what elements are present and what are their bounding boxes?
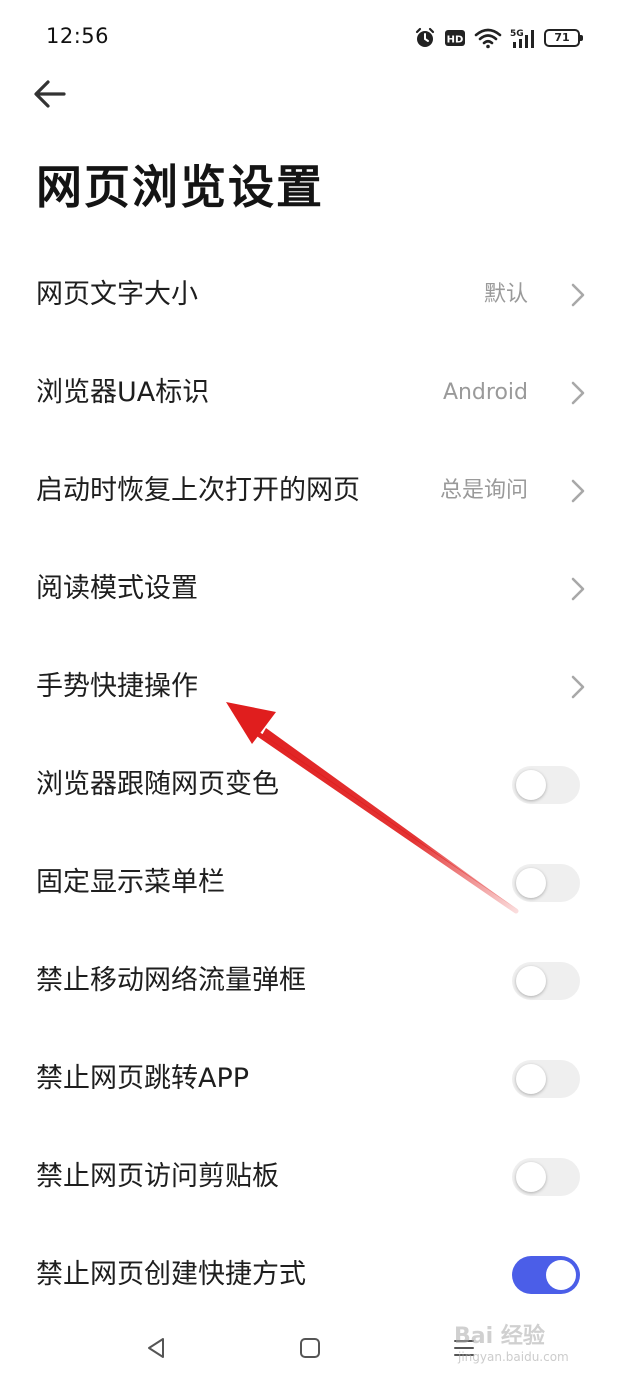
setting-label: 网页文字大小: [36, 279, 198, 310]
setting-label: 禁止移动网络流量弹框: [36, 965, 306, 996]
nav-menu-icon: [454, 1340, 474, 1356]
toggle-knob: [516, 1162, 546, 1192]
chevron-right-icon: [571, 283, 585, 307]
wifi-icon: [474, 27, 502, 49]
chevron-right-icon: [571, 381, 585, 405]
signal-5g-icon: 5G: [510, 26, 536, 50]
status-time: 12:56: [46, 24, 110, 48]
chevron-right-icon: [571, 479, 585, 503]
nav-home-icon: [300, 1338, 320, 1358]
setting-label: 浏览器跟随网页变色: [36, 769, 279, 800]
svg-text:5G: 5G: [510, 29, 524, 39]
back-button[interactable]: [28, 72, 72, 116]
svg-text:HD: HD: [447, 35, 464, 46]
system-nav-bar: [0, 1310, 620, 1386]
nav-back-button[interactable]: [132, 1324, 180, 1372]
setting-row-restore-pages[interactable]: 启动时恢复上次打开的网页 总是询问: [0, 442, 620, 540]
setting-row-gesture-shortcuts[interactable]: 手势快捷操作: [0, 638, 620, 736]
toggle-switch[interactable]: [512, 766, 580, 804]
toggle-knob: [516, 868, 546, 898]
settings-list: 网页文字大小 默认 浏览器UA标识 Android 启动时恢复上次打开的网页 总…: [0, 246, 620, 1324]
toggle-knob: [516, 770, 546, 800]
chevron-right-icon: [571, 577, 585, 601]
toggle-switch[interactable]: [512, 1060, 580, 1098]
setting-value: Android: [442, 380, 528, 405]
setting-label: 启动时恢复上次打开的网页: [36, 475, 360, 506]
status-bar: 12:56 HD 5G 71: [0, 0, 620, 72]
setting-label: 禁止网页访问剪贴板: [36, 1161, 279, 1192]
arrow-left-icon: [34, 80, 66, 108]
toggle-switch[interactable]: [512, 1158, 580, 1196]
setting-value: 默认: [483, 282, 528, 307]
toggle-switch[interactable]: [512, 864, 580, 902]
setting-row-block-app-redirect: 禁止网页跳转APP: [0, 1030, 620, 1128]
setting-row-follow-page-color: 浏览器跟随网页变色: [0, 736, 620, 834]
toggle-knob: [516, 966, 546, 996]
nav-home-button[interactable]: [286, 1324, 334, 1372]
setting-label: 阅读模式设置: [36, 573, 198, 604]
toggle-knob: [546, 1260, 576, 1290]
nav-back-icon: [148, 1338, 164, 1358]
toggle-switch[interactable]: [512, 1256, 580, 1294]
setting-row-ua[interactable]: 浏览器UA标识 Android: [0, 344, 620, 442]
page-title: 网页浏览设置: [36, 160, 324, 214]
toggle-switch[interactable]: [512, 962, 580, 1000]
status-icons: HD 5G 71: [414, 24, 583, 52]
setting-label: 禁止网页跳转APP: [36, 1063, 250, 1094]
setting-row-text-size[interactable]: 网页文字大小 默认: [0, 246, 620, 344]
toggle-knob: [516, 1064, 546, 1094]
setting-row-fixed-menu-bar: 固定显示菜单栏: [0, 834, 620, 932]
hd-icon: HD: [444, 27, 466, 49]
setting-row-reading-mode[interactable]: 阅读模式设置: [0, 540, 620, 638]
nav-menu-button[interactable]: [440, 1324, 488, 1372]
setting-row-block-data-popup: 禁止移动网络流量弹框: [0, 932, 620, 1030]
chevron-right-icon: [571, 675, 585, 699]
setting-label: 固定显示菜单栏: [36, 867, 225, 898]
battery-icon: 71: [544, 29, 583, 47]
alarm-icon: [414, 27, 436, 49]
setting-value: 总是询问: [439, 478, 528, 503]
setting-row-block-clipboard: 禁止网页访问剪贴板: [0, 1128, 620, 1226]
setting-label: 浏览器UA标识: [36, 377, 210, 408]
setting-label: 手势快捷操作: [36, 671, 198, 702]
